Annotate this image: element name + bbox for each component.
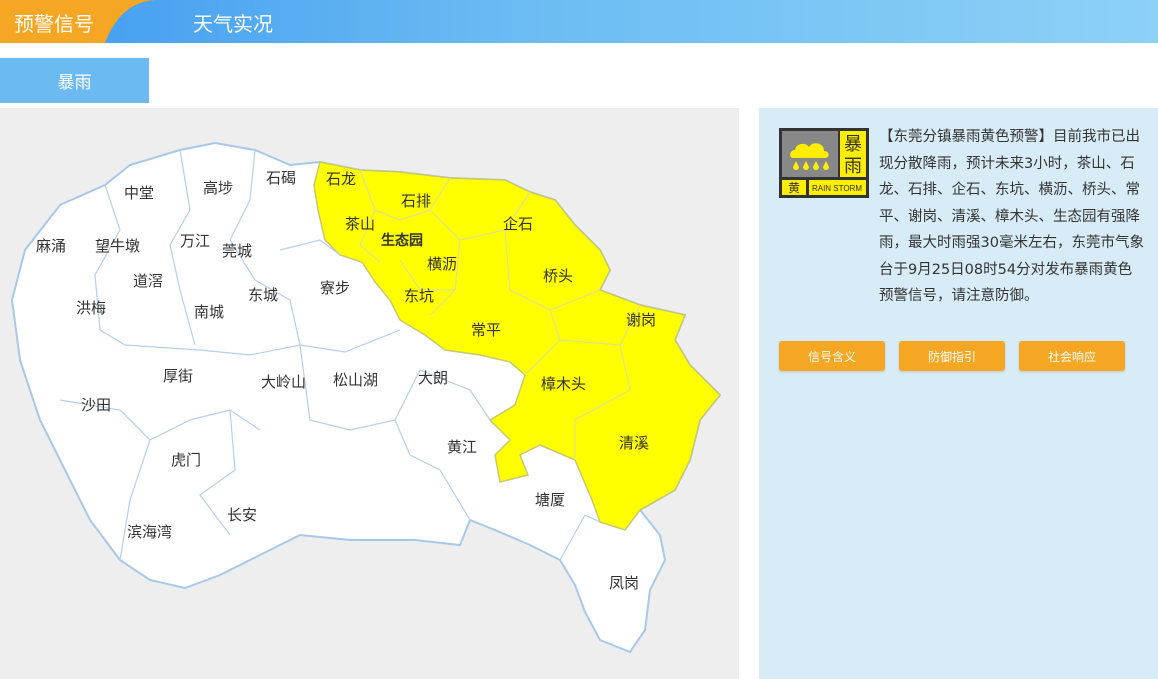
tab-weather-now[interactable]: 天气实况 bbox=[193, 8, 273, 37]
map-area: 中堂 高埗 石碣 石龙 石排 茶山 生态园 企石 麻涌 望牛墩 万江 莞城 横沥… bbox=[0, 108, 739, 679]
town-label: 谢岗 bbox=[626, 311, 656, 329]
town-label: 黄江 bbox=[447, 438, 477, 456]
social-response-button[interactable]: 社会响应 bbox=[1019, 341, 1125, 371]
town-label: 莞城 bbox=[222, 242, 252, 260]
alert-text: 【东莞分镇暴雨黄色预警】目前我市已出现分散降雨，预计未来3小时，茶山、石龙、石排… bbox=[879, 129, 1144, 304]
town-label: 道滘 bbox=[133, 272, 163, 290]
svg-text:RAIN STORM: RAIN STORM bbox=[812, 184, 862, 193]
defense-guide-button[interactable]: 防御指引 bbox=[899, 341, 1005, 371]
town-label: 石排 bbox=[401, 192, 431, 210]
action-buttons: 信号含义 防御指引 社会响应 bbox=[779, 341, 1149, 371]
dongguan-map: 中堂 高埗 石碣 石龙 石排 茶山 生态园 企石 麻涌 望牛墩 万江 莞城 横沥… bbox=[10, 141, 722, 654]
town-label: 企石 bbox=[503, 215, 533, 233]
svg-text:黄: 黄 bbox=[788, 181, 800, 195]
town-label: 常平 bbox=[471, 321, 501, 339]
svg-text:暴: 暴 bbox=[844, 134, 862, 155]
town-label: 凤岗 bbox=[609, 574, 639, 592]
town-label: 东坑 bbox=[404, 287, 434, 305]
town-label: 厚街 bbox=[163, 367, 193, 385]
town-label: 大朗 bbox=[418, 369, 448, 387]
town-label: 茶山 bbox=[345, 215, 375, 233]
signal-meaning-button[interactable]: 信号含义 bbox=[779, 341, 885, 371]
town-label: 樟木头 bbox=[541, 375, 586, 393]
top-nav-bar: 预警信号 天气实况 bbox=[0, 0, 1158, 43]
town-label: 清溪 bbox=[619, 434, 649, 452]
town-label: 横沥 bbox=[427, 255, 457, 273]
town-label: 高埗 bbox=[203, 179, 233, 197]
svg-text:雨: 雨 bbox=[844, 156, 862, 177]
subtab-rainstorm[interactable]: 暴雨 bbox=[0, 58, 149, 103]
town-label: 虎门 bbox=[171, 451, 201, 469]
town-label: 洪梅 bbox=[76, 299, 106, 317]
town-label: 长安 bbox=[227, 506, 257, 524]
town-label: 东城 bbox=[248, 286, 278, 304]
town-label: 中堂 bbox=[124, 184, 154, 202]
town-label: 沙田 bbox=[81, 396, 111, 414]
town-label: 松山湖 bbox=[333, 371, 378, 389]
town-label: 大岭山 bbox=[261, 373, 306, 391]
town-label: 南城 bbox=[194, 303, 224, 321]
town-label: 寮步 bbox=[320, 279, 350, 297]
alert-info-panel: 暴 雨 黄 RAIN STORM 【东莞分镇暴雨黄色预警】目前我市已出现分散降雨… bbox=[759, 108, 1158, 679]
tab-warning-label: 预警信号 bbox=[14, 12, 94, 36]
tab-warning-signal[interactable]: 预警信号 bbox=[0, 0, 200, 43]
rainstorm-yellow-icon: 暴 雨 黄 RAIN STORM bbox=[779, 128, 869, 198]
town-label: 生态园 bbox=[381, 232, 423, 249]
town-label: 石龙 bbox=[326, 170, 356, 188]
town-label: 麻涌 bbox=[36, 237, 66, 255]
town-label: 桥头 bbox=[543, 267, 573, 285]
town-label: 石碣 bbox=[266, 169, 296, 187]
town-label: 望牛墩 bbox=[95, 237, 140, 255]
town-label: 滨海湾 bbox=[127, 523, 172, 541]
town-label: 塘厦 bbox=[535, 491, 565, 509]
town-label: 万江 bbox=[180, 232, 210, 250]
